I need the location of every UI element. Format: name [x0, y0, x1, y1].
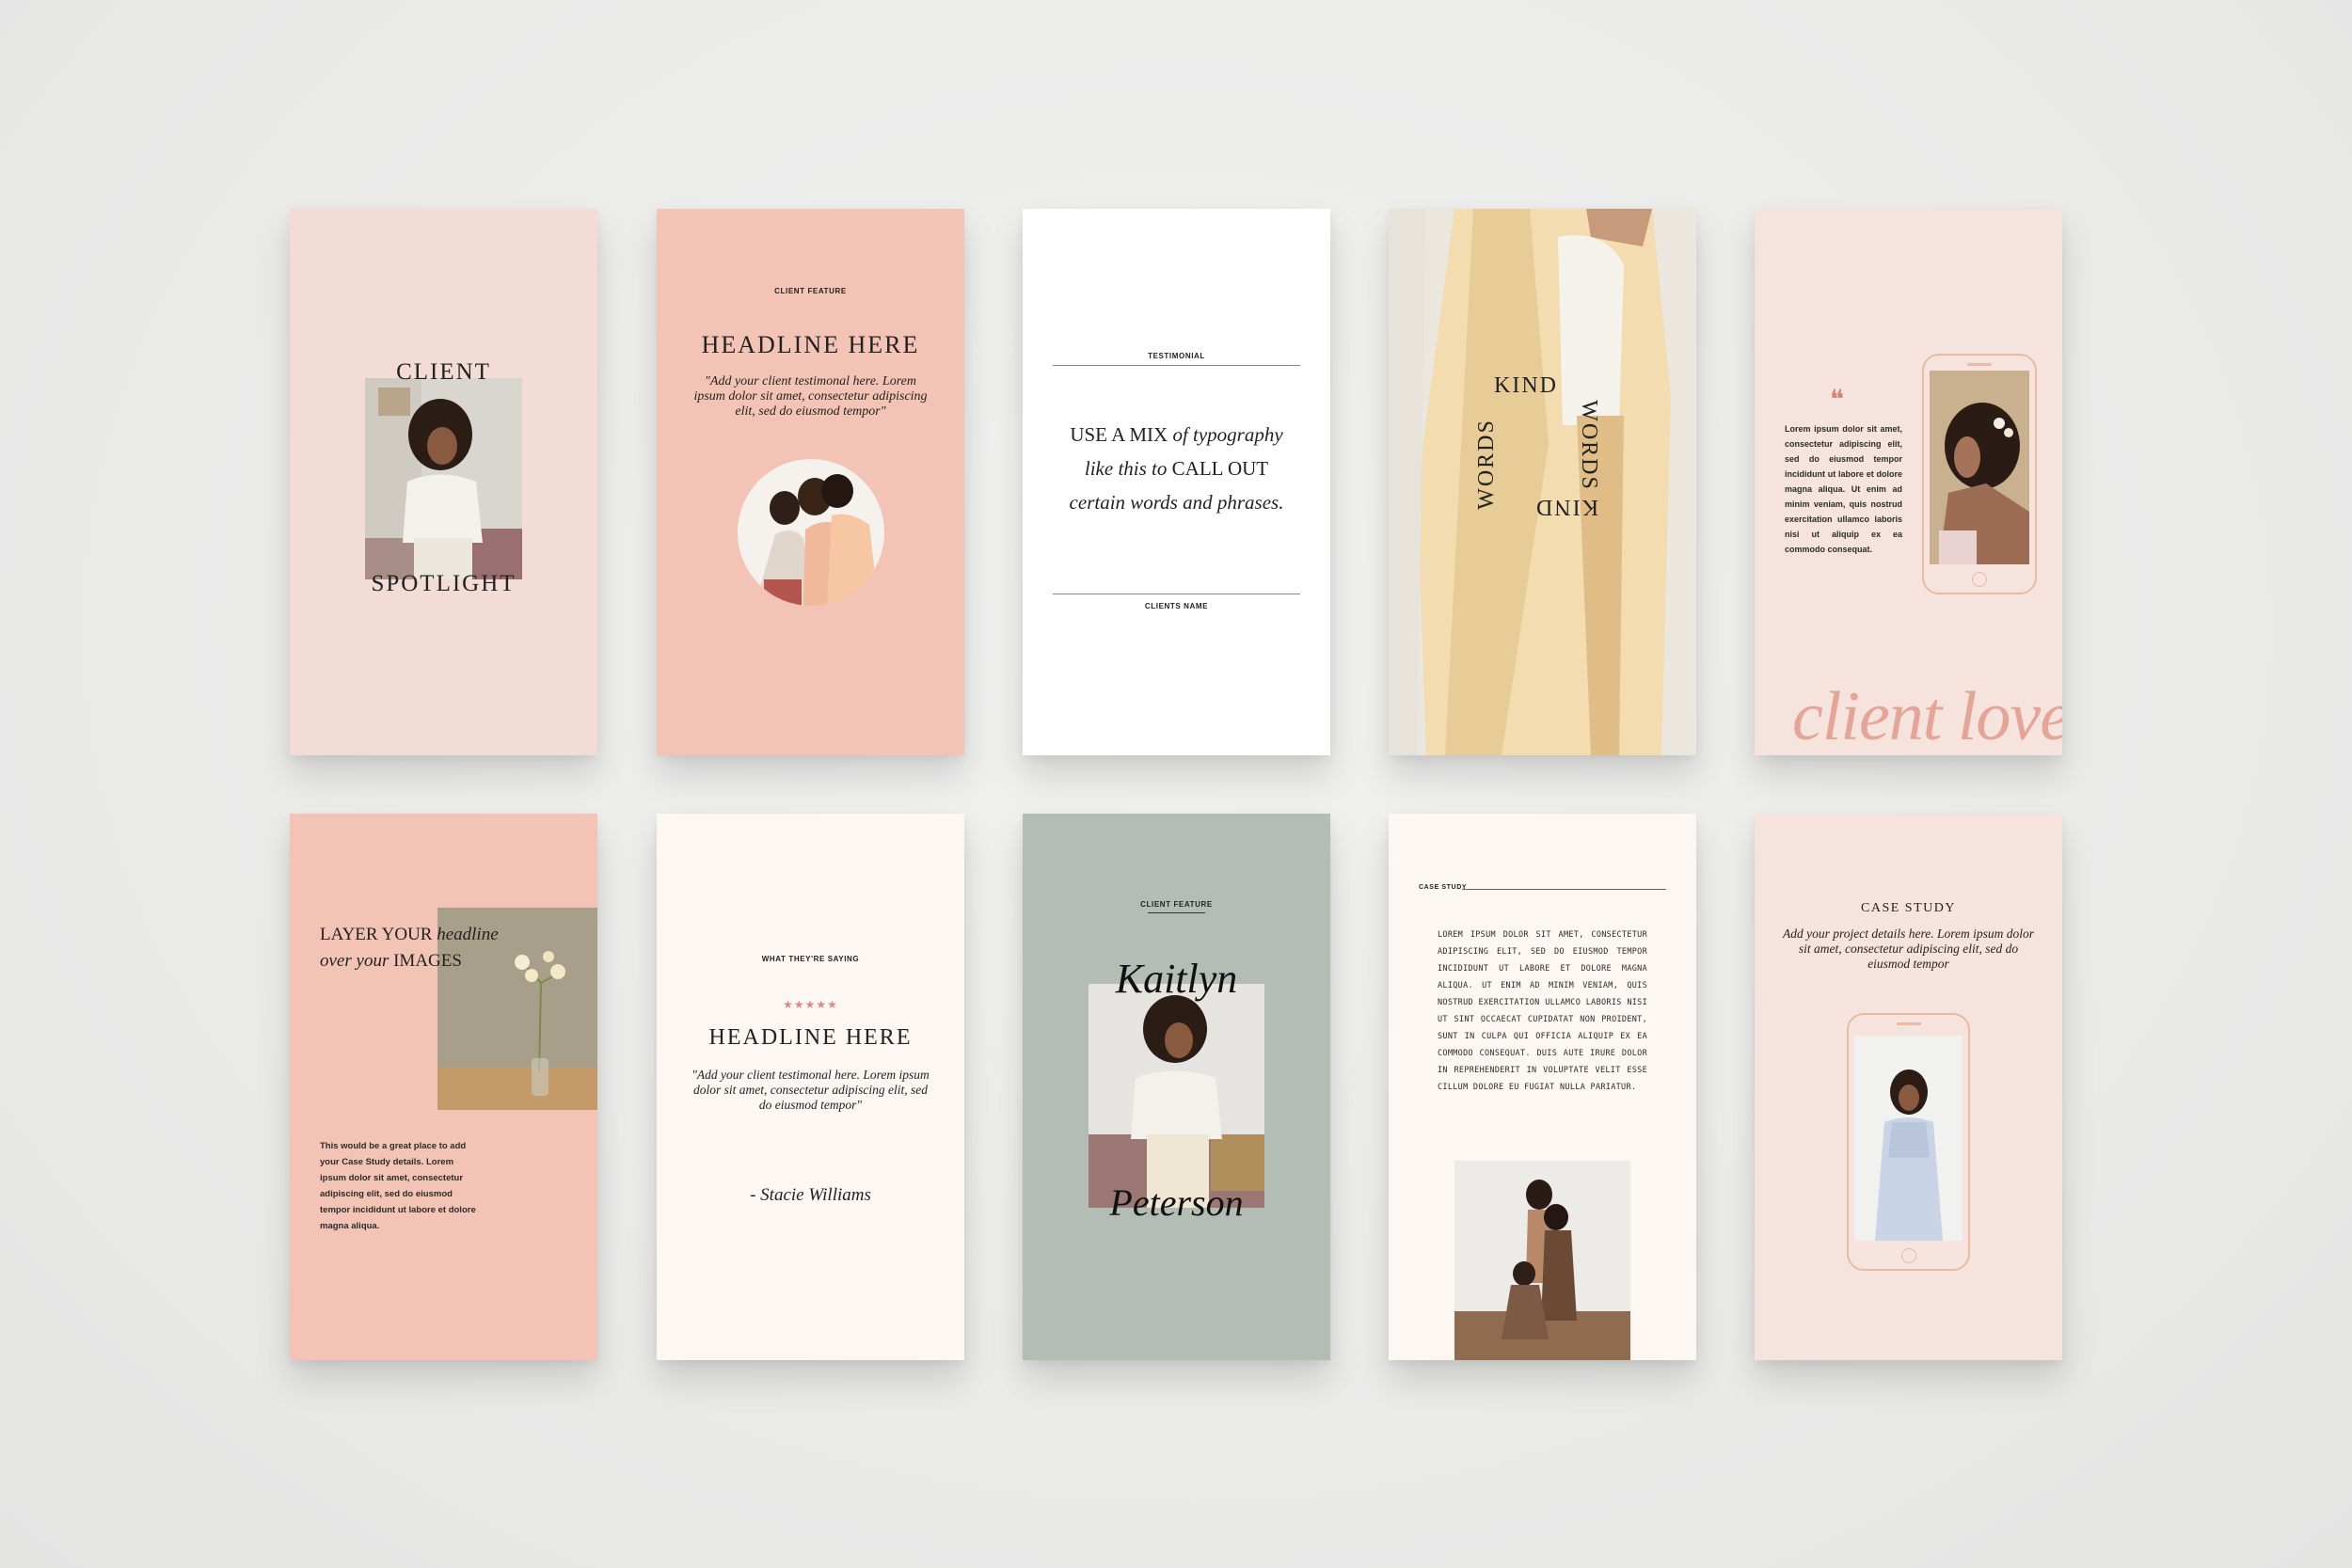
layer-headline-line-2: over your IMAGES — [320, 951, 462, 972]
client-feature-label: CLIENT FEATURE — [1140, 900, 1213, 909]
label-underline — [1148, 912, 1205, 913]
circle-group-photo — [738, 459, 884, 606]
typography-line-2: like this to CALL OUT — [1023, 457, 1330, 481]
spotlight-title-top: CLIENT — [396, 359, 491, 385]
kind-text-1: KIND — [1494, 373, 1558, 398]
quote-mark-icon: ❝ — [1830, 386, 1845, 415]
text-italic: of typography — [1172, 423, 1283, 446]
client-love-script: client love — [1792, 678, 2062, 755]
last-name: Peterson — [1109, 1181, 1244, 1224]
typography-line-1: USE A MIX of typography — [1023, 423, 1330, 447]
text-plain: IMAGES — [393, 951, 462, 971]
card-client-feature-name[interactable]: CLIENT FEATURE Kaitlyn Peterson — [1023, 814, 1330, 1360]
text-plain: LAYER YOUR — [320, 925, 437, 944]
card-layer-headline[interactable]: LAYER YOUR headline over your IMAGES Thi… — [290, 814, 597, 1360]
case-study-details: This would be a great place to add your … — [320, 1141, 476, 1231]
phone-speaker — [1896, 1022, 1921, 1025]
portrait-photo — [365, 378, 522, 579]
client-feature-label: CLIENT FEATURE — [774, 287, 847, 295]
card-client-love[interactable]: ❝ Lorem ipsum dolor sit amet, consectetu… — [1755, 209, 2062, 755]
what-theyre-saying-label: WHAT THEY'RE SAYING — [761, 955, 860, 963]
phone-home-button — [1900, 1248, 1916, 1263]
label-rule — [1462, 889, 1666, 890]
phone-mockup — [1847, 1013, 1970, 1271]
blazer-photo — [1389, 209, 1696, 755]
case-study-label: CASE STUDY — [1419, 884, 1468, 891]
card-client-spotlight[interactable]: CLIENT SPOTLIGHT — [290, 209, 597, 755]
card-what-theyre-saying[interactable]: WHAT THEY'RE SAYING ★★★★★ HEADLINE HERE … — [657, 814, 964, 1360]
words-text-vertical-1: WORDS — [1473, 419, 1499, 510]
profile-photo — [1930, 371, 2029, 564]
card-case-study-text[interactable]: CASE STUDY LOREM IPSUM DOLOR SIT AMET, C… — [1389, 814, 1696, 1360]
case-study-label: CASE STUDY — [1861, 901, 1956, 915]
words-text-vertical-2: WORDS — [1576, 400, 1601, 491]
phone-speaker — [1967, 363, 1992, 366]
spotlight-title-bottom: SPOTLIGHT — [371, 571, 516, 596]
group-photo — [1454, 1161, 1630, 1360]
text-plain: USE A MIX — [1070, 423, 1173, 446]
card-kind-words[interactable]: KIND WORDS WORDS KIND — [1389, 209, 1696, 755]
kind-text-2: KIND — [1534, 495, 1598, 519]
star-rating-icon: ★★★★★ — [783, 998, 838, 1011]
text-plain: CALL OUT — [1171, 457, 1269, 480]
case-study-body: LOREM IPSUM DOLOR SIT AMET, CONSECTETUR … — [1438, 930, 1647, 1092]
text-italic: over your — [320, 951, 394, 971]
testimonial-label: TESTIMONIAL — [1148, 352, 1205, 360]
text-italic: like this to — [1084, 457, 1172, 480]
woman-in-dress-photo — [1854, 1036, 1963, 1241]
first-name: Kaitlyn — [1115, 956, 1238, 1002]
text-italic: headline — [437, 925, 499, 944]
testimonial-quote: "Add your client testimonal here. Lorem … — [691, 1068, 930, 1112]
divider-top — [1053, 365, 1300, 366]
client-portrait-photo — [1089, 984, 1264, 1208]
headline: HEADLINE HERE — [708, 1025, 913, 1050]
card-testimonial-typography[interactable]: TESTIMONIAL USE A MIX of typography like… — [1023, 209, 1330, 755]
testimonial-quote: "Add your client testimonal here. Lorem … — [693, 374, 928, 419]
case-study-details: Add your project details here. Lorem ips… — [1783, 927, 2034, 971]
typography-line-3: certain words and phrases. — [1069, 491, 1284, 514]
clients-name-label: CLIENTS NAME — [1144, 602, 1209, 610]
phone-home-button — [1972, 572, 1987, 587]
signature: - Stacie Williams — [750, 1185, 871, 1205]
phone-mockup — [1922, 354, 2037, 594]
client-love-body: Lorem ipsum dolor sit amet, consectetur … — [1785, 424, 1902, 554]
card-client-feature-headline[interactable]: CLIENT FEATURE HEADLINE HERE "Add your c… — [657, 209, 964, 755]
layer-headline-line-1: LAYER YOUR headline — [320, 925, 499, 945]
headline: HEADLINE HERE — [701, 331, 920, 358]
card-case-study-phone[interactable]: CASE STUDY Add your project details here… — [1755, 814, 2062, 1360]
